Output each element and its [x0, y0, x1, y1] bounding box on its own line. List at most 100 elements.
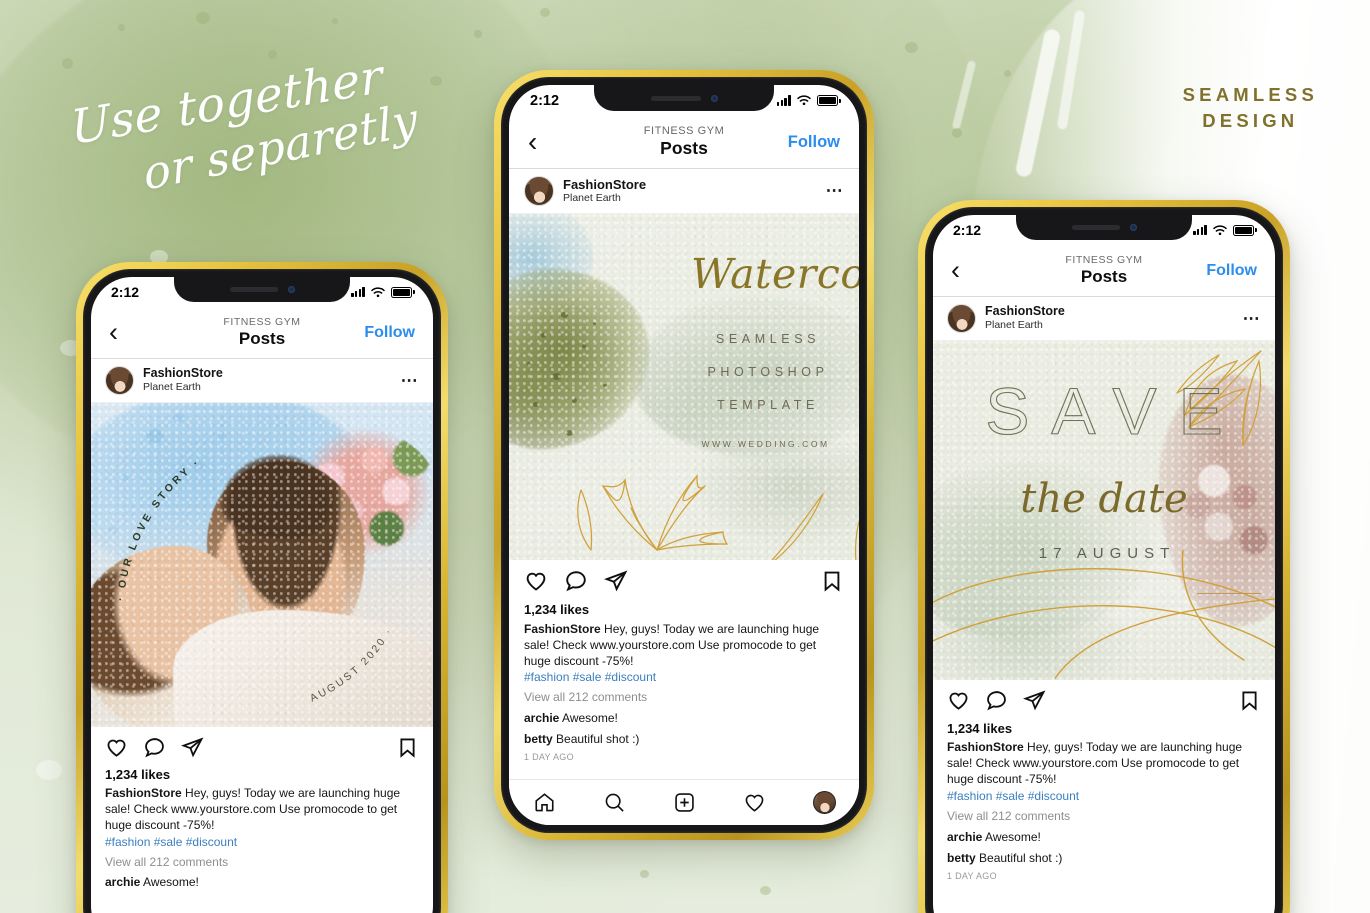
heart-icon[interactable]	[743, 791, 766, 814]
comment-text: Awesome!	[985, 830, 1041, 845]
gold-curve-ornament	[933, 550, 1275, 679]
post-artwork-watercolor[interactable]: Watercolor SEAMLESS PHOTOSHOP TEMPLATE W…	[509, 214, 859, 560]
artwork-website-url: WWW.WEDDING.COM	[701, 439, 830, 449]
post-actions	[933, 680, 1275, 721]
comment-timestamp: 1 DAY AGO	[524, 752, 574, 763]
artwork-tagline-3: TEMPLATE	[717, 398, 819, 412]
bookmark-icon[interactable]	[396, 736, 419, 759]
likes-count[interactable]: 1,234 likes	[105, 767, 419, 782]
add-post-icon[interactable]	[673, 791, 696, 814]
heart-icon[interactable]	[105, 736, 128, 759]
follow-button[interactable]: Follow	[364, 324, 415, 342]
comment-item: betty Beautiful shot :)	[524, 732, 844, 746]
likes-count[interactable]: 1,234 likes	[524, 602, 844, 617]
post-location[interactable]: Planet Earth	[143, 381, 401, 394]
chevron-left-icon[interactable]: ‹	[951, 257, 960, 284]
share-paperplane-icon[interactable]	[181, 736, 204, 759]
view-all-comments-link[interactable]: View all 212 comments	[947, 809, 1261, 823]
post-caption: FashionStore Hey, guys! Today we are lau…	[105, 786, 419, 834]
view-all-comments-link[interactable]: View all 212 comments	[524, 690, 844, 704]
likes-count[interactable]: 1,234 likes	[947, 721, 1261, 736]
avatar[interactable]	[105, 366, 134, 395]
home-icon[interactable]	[533, 791, 556, 814]
cellular-signal-icon	[1193, 225, 1207, 235]
post-actions	[509, 560, 859, 602]
phone-left-screen: 2:12 ‹ FITNESS GYM Posts Follow FashionS…	[91, 277, 433, 913]
avatar[interactable]	[947, 304, 976, 333]
search-icon[interactable]	[603, 791, 626, 814]
seamless-design-line-1: SEAMLESS	[1182, 84, 1318, 105]
status-bar: 2:12	[91, 277, 433, 307]
post-artwork-save-the-date[interactable]: SAVE the date 17 AUGUST	[933, 341, 1275, 680]
nav-subtitle: FITNESS GYM	[1065, 254, 1143, 266]
post-username[interactable]: FashionStore	[985, 304, 1243, 319]
status-time: 2:12	[953, 222, 982, 238]
follow-button[interactable]: Follow	[788, 133, 840, 152]
nav-title-block: FITNESS GYM Posts	[644, 125, 725, 159]
post-username[interactable]: FashionStore	[563, 177, 826, 193]
status-time: 2:12	[111, 284, 140, 300]
comment-item: archie Awesome!	[947, 830, 1261, 844]
nav-header: ‹ FITNESS GYM Posts Follow	[509, 116, 859, 169]
view-all-comments-link[interactable]: View all 212 comments	[105, 855, 419, 869]
post-username[interactable]: FashionStore	[143, 366, 401, 381]
comment-item: archie Awesome!	[105, 875, 419, 889]
caption-hashtags[interactable]: #fashion #sale #discount	[105, 834, 419, 850]
caption-author[interactable]: FashionStore	[947, 740, 1024, 754]
bookmark-icon[interactable]	[1238, 689, 1261, 712]
bottom-tab-bar	[509, 779, 859, 825]
nav-title-block: FITNESS GYM Posts	[223, 316, 300, 349]
page-title: Posts	[238, 329, 286, 348]
comment-user[interactable]: archie	[105, 875, 140, 889]
status-bar: 2:12	[933, 215, 1275, 245]
post-location[interactable]: Planet Earth	[985, 319, 1243, 332]
chevron-left-icon[interactable]: ‹	[528, 128, 537, 156]
comment-user[interactable]: archie	[524, 711, 559, 725]
battery-full-icon	[817, 95, 838, 106]
comment-user[interactable]: betty	[524, 732, 553, 746]
comment-text: Awesome!	[143, 875, 199, 890]
post-caption: FashionStore Hey, guys! Today we are lau…	[524, 621, 844, 669]
artwork-script-title: Watercolor	[691, 250, 859, 298]
comment-user[interactable]: betty	[947, 851, 976, 865]
artwork-script-subtitle: the date	[1020, 476, 1188, 522]
comment-bubble-icon[interactable]	[985, 689, 1008, 712]
phone-right-screen: 2:12 ‹ FITNESS GYM Posts Follow FashionS…	[933, 215, 1275, 913]
share-paperplane-icon[interactable]	[604, 569, 628, 593]
caption-author[interactable]: FashionStore	[524, 622, 601, 636]
post-artwork-wedding[interactable]: · OUR LOVE STORY · AUGUST 2020 ·	[91, 403, 433, 727]
seamless-design-line-2: DESIGN	[1202, 110, 1299, 132]
watercolor-ink-specks	[516, 290, 656, 470]
follow-button[interactable]: Follow	[1206, 262, 1257, 280]
more-options-icon[interactable]: ⋯	[401, 371, 419, 391]
post-header: FashionStore Planet Earth ⋯	[933, 297, 1275, 341]
post-location[interactable]: Planet Earth	[563, 192, 826, 205]
more-options-icon[interactable]: ⋯	[826, 181, 844, 201]
artwork-tagline-2: PHOTOSHOP	[707, 365, 829, 379]
comment-text: Beautiful shot :)	[556, 732, 640, 747]
comment-bubble-icon[interactable]	[564, 569, 588, 593]
post-caption-block: 1,234 likes FashionStore Hey, guys! Toda…	[91, 767, 433, 889]
caption-author[interactable]: FashionStore	[105, 786, 182, 800]
caption-hashtags[interactable]: #fashion #sale #discount	[524, 669, 844, 685]
nav-header: ‹ FITNESS GYM Posts Follow	[933, 245, 1275, 297]
bookmark-icon[interactable]	[820, 569, 844, 593]
profile-avatar-icon[interactable]	[812, 791, 836, 814]
comment-user[interactable]: archie	[947, 830, 982, 844]
more-options-icon[interactable]: ⋯	[1243, 309, 1261, 329]
share-paperplane-icon[interactable]	[1023, 689, 1046, 712]
avatar[interactable]	[524, 176, 554, 206]
nav-subtitle: FITNESS GYM	[223, 316, 301, 328]
comment-bubble-icon[interactable]	[143, 736, 166, 759]
chevron-left-icon[interactable]: ‹	[109, 319, 118, 346]
phone-left: 2:12 ‹ FITNESS GYM Posts Follow FashionS…	[76, 262, 448, 913]
comment-timestamp: 1 DAY AGO	[947, 871, 997, 882]
caption-hashtags[interactable]: #fashion #sale #discount	[947, 788, 1261, 804]
comment-text: Beautiful shot :)	[979, 851, 1063, 866]
artwork-date: 17 AUGUST	[1038, 545, 1176, 562]
page-title: Posts	[660, 138, 708, 158]
heart-icon[interactable]	[524, 569, 548, 593]
phone-left-bezel: 2:12 ‹ FITNESS GYM Posts Follow FashionS…	[83, 269, 441, 913]
gold-leaf-ornament	[565, 446, 755, 556]
heart-icon[interactable]	[947, 689, 970, 712]
